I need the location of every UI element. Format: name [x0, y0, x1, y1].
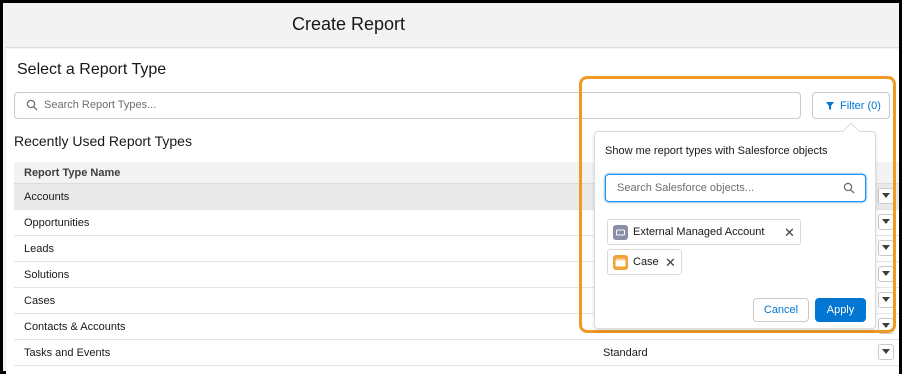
row-name: Tasks and Events: [24, 347, 111, 359]
object-pill-external-managed-account: External Managed Account ✕: [607, 219, 801, 245]
row-name: Cases: [24, 295, 56, 307]
create-report-window: Create Report Select a Report Type Searc…: [0, 0, 902, 374]
chevron-down-icon: [882, 349, 890, 354]
row-name: Solutions: [24, 269, 70, 281]
column-header-report-type-name[interactable]: Report Type Name: [24, 167, 120, 179]
modal-header: Create Report: [6, 6, 899, 48]
object-pill-case: Case ✕: [607, 249, 682, 275]
row-category: Standard: [603, 347, 648, 359]
section-title: Select a Report Type: [17, 61, 167, 78]
pill-label: Case: [633, 256, 659, 268]
search-icon: [843, 182, 855, 194]
search-placeholder: Search Report Types...: [44, 99, 157, 111]
row-name: Opportunities: [24, 217, 90, 229]
popover-title: Show me report types with Salesforce obj…: [605, 145, 828, 157]
remove-pill-close-icon[interactable]: ✕: [784, 225, 795, 241]
row-actions-dropdown[interactable]: [878, 344, 894, 360]
object-search-placeholder: Search Salesforce objects...: [617, 182, 754, 194]
row-name: Accounts: [24, 191, 70, 203]
row-name: Leads: [24, 243, 54, 255]
recent-report-types-title: Recently Used Report Types: [14, 133, 192, 149]
page-title: Create Report: [292, 14, 406, 34]
remove-pill-close-icon[interactable]: ✕: [665, 255, 676, 271]
case-icon: [613, 255, 628, 270]
cancel-button[interactable]: Cancel: [753, 298, 809, 322]
search-icon: [26, 99, 38, 111]
apply-button[interactable]: Apply: [815, 298, 866, 322]
pill-label: External Managed Account: [633, 226, 765, 238]
row-name: Contacts & Accounts: [24, 321, 126, 333]
table-row[interactable]: Tasks and Events Standard: [14, 340, 899, 366]
external-object-icon: [613, 225, 628, 240]
filter-popover: Show me report types with Salesforce obj…: [594, 122, 876, 329]
salesforce-object-search-input[interactable]: Search Salesforce objects...: [605, 174, 866, 202]
